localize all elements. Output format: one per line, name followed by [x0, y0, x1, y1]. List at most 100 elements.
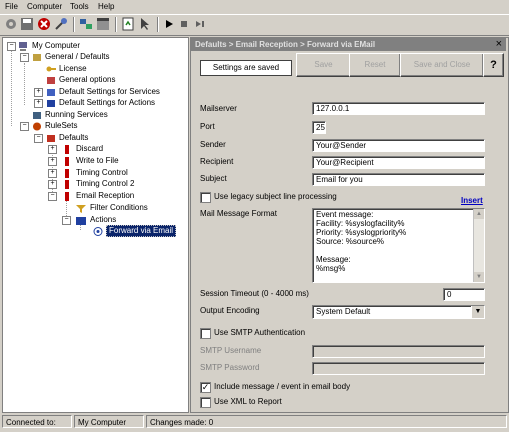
sender-input[interactable]: Your@Sender [312, 139, 485, 152]
rule-icon [65, 145, 69, 154]
expander[interactable]: − [20, 122, 29, 131]
menu-file[interactable]: File [5, 2, 18, 11]
reset-button[interactable]: Reset [349, 53, 401, 77]
stop-icon[interactable] [37, 17, 51, 31]
output-encoding-value: System Default [316, 307, 371, 316]
tree-view[interactable]: − My Computer − General / Defaults Licen… [2, 37, 189, 413]
legacy-subject-checkbox[interactable] [200, 192, 211, 203]
message-format-line [316, 246, 472, 255]
tree-item-my-computer[interactable]: My Computer [32, 41, 80, 51]
scroll-up-icon[interactable]: ▲ [474, 209, 484, 219]
ruleset-icon [47, 135, 55, 142]
use-xml-checkbox[interactable] [200, 397, 211, 408]
email-action-icon [93, 227, 103, 236]
expander[interactable]: + [48, 157, 57, 166]
window-icon[interactable] [96, 17, 110, 31]
save-and-close-button[interactable]: Save and Close [400, 53, 484, 77]
save-status: Settings are saved [200, 60, 292, 76]
tree-item-discard[interactable]: Discard [76, 144, 103, 154]
expander[interactable]: − [48, 192, 57, 201]
tree-item-write-to-file[interactable]: Write to File [76, 156, 119, 166]
smtp-username-label: SMTP Username [200, 346, 262, 355]
tree-item-actions[interactable]: Actions [90, 215, 116, 225]
tree-item-default-services[interactable]: Default Settings for Services [59, 87, 160, 97]
scroll-down-icon[interactable]: ▼ [474, 272, 484, 282]
expander[interactable]: + [34, 88, 43, 97]
menu-computer[interactable]: Computer [27, 2, 62, 11]
stop-square-icon[interactable] [177, 17, 191, 31]
session-timeout-label: Session Timeout (0 - 4000 ms) [200, 289, 309, 298]
refresh-icon[interactable] [121, 17, 135, 31]
mailserver-input[interactable]: 127.0.0.1 [312, 102, 485, 115]
gear-icon[interactable] [4, 17, 18, 31]
chevron-down-icon[interactable]: ▼ [471, 306, 484, 318]
tree-item-defaults[interactable]: Defaults [59, 133, 88, 143]
message-format-line: Source: %source% [316, 237, 385, 246]
message-format-lines: Event message: Facility: %syslogfacility%… [316, 210, 472, 273]
toolbar-separator [157, 17, 159, 32]
legacy-subject-label: Use legacy subject line processing [214, 192, 337, 201]
services-icon [47, 89, 55, 96]
computer-icon [19, 42, 27, 51]
tree-item-rulesets[interactable]: RuleSets [45, 121, 77, 131]
recipient-input[interactable]: Your@Recipient [312, 156, 485, 169]
skip-icon[interactable] [193, 17, 207, 31]
tree-item-running-services[interactable]: Running Services [45, 110, 108, 120]
pointer-icon[interactable] [138, 17, 152, 31]
breadcrumb: Defaults > Email Reception > Forward via… [195, 40, 376, 49]
rule-icon [65, 157, 69, 166]
toolbar [0, 14, 509, 36]
tree-line [11, 51, 12, 126]
tree-item-timing-control[interactable]: Timing Control [76, 168, 128, 178]
tree-item-forward-via-email[interactable]: Forward via Email [106, 225, 177, 237]
session-timeout-input[interactable]: 0 [443, 288, 485, 301]
sender-label: Sender [200, 140, 226, 149]
close-icon[interactable]: × [496, 38, 502, 51]
subject-input[interactable]: Email for you [312, 173, 485, 186]
expander[interactable]: − [7, 42, 16, 51]
network-icon[interactable] [79, 17, 93, 31]
wrench-icon[interactable] [54, 17, 68, 31]
save-icon[interactable] [20, 17, 34, 31]
toolbar-separator [73, 17, 75, 32]
tree-item-general-options[interactable]: General options [59, 75, 115, 85]
message-format-line: Priority: %syslogpriority% [316, 228, 407, 237]
tree-item-general-defaults[interactable]: General / Defaults [45, 52, 109, 62]
expander[interactable]: − [34, 134, 43, 143]
subject-label: Subject [200, 174, 227, 183]
rulesets-icon [33, 122, 41, 131]
tree-item-email-reception[interactable]: Email Reception [76, 191, 134, 201]
expander[interactable]: + [48, 180, 57, 189]
menu-tools[interactable]: Tools [70, 2, 89, 11]
play-icon[interactable] [162, 17, 176, 31]
menu-help[interactable]: Help [98, 2, 114, 11]
status-bar: Connected to: My Computer Changes made: … [0, 413, 509, 432]
message-format-textarea[interactable]: Event message: Facility: %syslogfacility%… [312, 208, 485, 283]
rule-icon [65, 169, 69, 178]
tree-item-license[interactable]: License [59, 64, 87, 74]
smtp-password-input[interactable] [312, 362, 485, 375]
save-button[interactable]: Save [296, 53, 351, 77]
toolbar-separator [115, 17, 117, 32]
smtp-password-label: SMTP Password [200, 363, 260, 372]
expander[interactable]: + [48, 145, 57, 154]
smtp-auth-checkbox[interactable] [200, 328, 211, 339]
include-message-checkbox[interactable]: ✓ [200, 382, 211, 393]
help-button[interactable]: ? [483, 53, 504, 77]
port-input[interactable]: 25 [312, 121, 326, 134]
expander[interactable]: − [20, 53, 29, 62]
message-format-line: Event message: [316, 210, 374, 219]
key-icon [46, 66, 56, 72]
tree-item-timing-control-2[interactable]: Timing Control 2 [76, 179, 134, 189]
smtp-username-input[interactable] [312, 345, 485, 358]
insert-link[interactable]: Insert [461, 196, 483, 205]
changes-made: Changes made: 0 [146, 415, 507, 428]
expander[interactable]: − [62, 216, 71, 225]
output-encoding-select[interactable]: System Default ▼ [312, 305, 485, 319]
tree-item-default-actions[interactable]: Default Settings for Actions [59, 98, 155, 108]
tree-item-filter-conditions[interactable]: Filter Conditions [90, 203, 148, 213]
textarea-scrollbar[interactable]: ▲ ▼ [473, 209, 484, 282]
include-message-label: Include message / event in email body [214, 382, 351, 391]
expander[interactable]: + [48, 169, 57, 178]
expander[interactable]: + [34, 99, 43, 108]
